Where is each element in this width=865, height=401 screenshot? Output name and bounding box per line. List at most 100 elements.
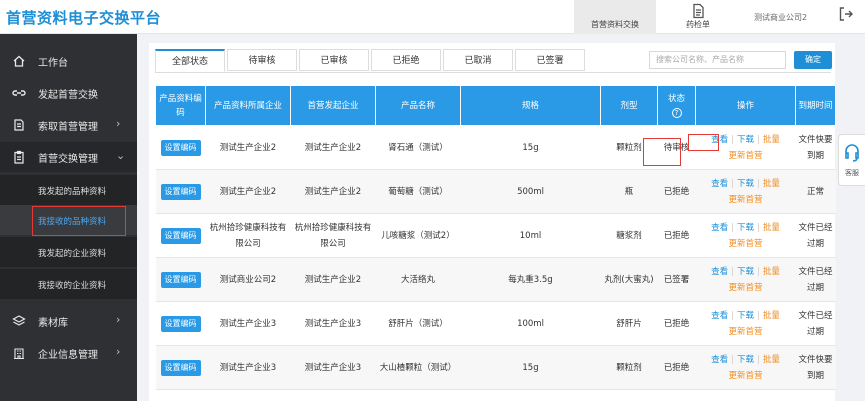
cell-initiator: 测试生产企业2 [290,169,376,214]
download-link[interactable]: 下载 [737,135,754,145]
table-row: 设置编码 测试商业公司2 测试生产企业2 大活络丸 每丸重3.5g 丸剂(大蜜丸) 已签署查… [155,257,836,302]
batch-link[interactable]: 批量 [763,267,780,277]
table-row: 设置编码 测试生产企业3 测试生产企业3 大山楂颗粒（测试） 15g 颗粒剂 已拒绝 查看 | 下… [155,345,836,390]
set-code-button[interactable]: 设置编码 [160,315,201,332]
layers-icon [12,315,26,326]
tab-rejected[interactable]: 已拒绝 [371,49,441,71]
update-link[interactable]: 更新首营 [728,371,762,381]
help-float[interactable]: 客服 [838,134,865,186]
sidebar-item-initiate[interactable]: 发起首营交换 [0,78,137,108]
table-row: 设置编码 测试生产企业2 测试生产企业2 葡萄糖（测试） 500ml 瓶已拒绝 查看 | 下载 |… [155,169,836,214]
set-code-button[interactable]: 设置编码 [160,139,201,156]
panel: 全部状态 待审核 已审核 已拒绝 已取消 已签署 搜索公司名称、产品名称 确定 … [149,43,836,401]
cell-owner: 杭州拾珍健康科技有限公司 [205,213,291,258]
sidebar-item-workbench[interactable]: 工作台 [0,46,137,76]
sidebar-subitem-received-companies[interactable]: 我接收的企业资料 [0,269,137,299]
set-code-button[interactable]: 设置编码 [160,227,201,244]
download-link[interactable]: 下载 [737,355,754,365]
set-code-button[interactable]: 设置编码 [160,271,201,288]
header-expiry: 到期时间 [795,85,836,126]
divider: | [731,266,734,277]
tab-all[interactable]: 全部状态 [155,49,225,72]
batch-link[interactable]: 批量 [763,179,780,189]
set-code-button[interactable]: 设置编码 [160,183,201,200]
cell-code: 设置编码 [155,125,206,170]
tab-cancelled[interactable]: 已取消 [443,49,513,71]
search-input[interactable]: 搜索公司名称、产品名称 [649,51,786,69]
batch-link[interactable]: 批量 [763,135,780,145]
header-status-label: 状态 [667,93,685,104]
cell-spec: 15g [460,345,601,390]
divider: | [757,310,760,321]
sidebar-item-materials[interactable]: 素材库 › [0,306,137,336]
view-link[interactable]: 查看 [711,311,728,321]
divider: | [731,354,734,365]
tab-approved[interactable]: 已审核 [299,49,369,71]
cell-status: 已拒绝 [657,169,696,214]
chevron-right-icon: › [116,345,121,358]
nav-exchange-label: 首营资料交换 [591,20,639,29]
update-link[interactable]: 更新首营 [728,327,762,337]
home-icon [13,55,25,67]
sidebar-item-label: 素材库 [38,318,68,329]
view-link[interactable]: 查看 [711,223,728,233]
sidebar-subitem-initiated-companies[interactable]: 我发起的企业资料 [0,237,137,267]
sidebar: 工作台 发起首营交换 索取首营管理 › 首营交换管理 ⌄ 我发起的品种资料 我接… [0,34,137,401]
batch-link[interactable]: 批量 [763,311,780,321]
user-name[interactable]: 测试商业公司2 [754,12,807,23]
view-link[interactable]: 查看 [711,355,728,365]
document-icon [693,3,704,19]
download-link[interactable]: 下载 [737,179,754,189]
update-link[interactable]: 更新首营 [728,239,762,249]
nav-exchange[interactable]: 首营资料交换 [574,0,656,34]
sidebar-subitem-label: 我接收的品种资料 [38,217,107,227]
help-label: 客服 [845,169,859,177]
nav-inspection[interactable]: 药检单 [662,0,734,34]
download-link[interactable]: 下载 [737,267,754,277]
header-product: 产品名称 [375,85,461,126]
data-table: 产品资料编码 产品资料所属企业 首营发起企业 产品名称 规格 剂型 状态? 操作… [155,85,836,390]
headset-icon [845,144,859,162]
cell-expiry: 正常 [795,169,836,214]
set-code-button[interactable]: 设置编码 [160,359,201,376]
cell-owner: 测试生产企业3 [205,345,291,390]
divider: | [757,222,760,233]
header-status: 状态? [657,85,696,126]
header-spec: 规格 [460,85,601,126]
sidebar-item-exchange-manage[interactable]: 首营交换管理 ⌄ [0,142,137,172]
cell-spec: 15g [460,125,601,170]
sidebar-subitem-received-products[interactable]: 我接收的品种资料 [0,205,137,235]
cell-owner: 测试生产企业3 [205,301,291,346]
header-form: 剂型 [600,85,658,126]
chevron-right-icon: › [116,313,121,326]
update-link[interactable]: 更新首营 [728,195,762,205]
update-link[interactable]: 更新首营 [728,283,762,293]
divider: | [731,222,734,233]
header-owner: 产品资料所属企业 [205,85,291,126]
download-link[interactable]: 下载 [737,311,754,321]
cell-initiator: 杭州拾珍健康科技有限公司 [290,213,376,258]
sidebar-item-request[interactable]: 索取首营管理 › [0,110,137,140]
tab-pending[interactable]: 待审核 [227,49,297,71]
sidebar-subitem-initiated-products[interactable]: 我发起的品种资料 [0,175,137,205]
cell-form: 糖浆剂 [600,213,658,258]
tab-signed[interactable]: 已签署 [515,49,585,71]
logout-icon[interactable] [838,6,854,22]
cell-spec: 500ml [460,169,601,214]
download-link[interactable]: 下载 [737,223,754,233]
view-link[interactable]: 查看 [711,135,728,145]
link-icon [12,90,26,96]
confirm-button[interactable]: 确定 [794,51,832,69]
cell-product: 大山楂颗粒（测试） [375,345,461,390]
view-link[interactable]: 查看 [711,267,728,277]
cell-expiry: 文件快要到期 [795,125,836,170]
update-link[interactable]: 更新首营 [728,151,762,161]
batch-link[interactable]: 批量 [763,223,780,233]
divider: | [731,134,734,145]
batch-link[interactable]: 批量 [763,355,780,365]
cell-initiator: 测试生产企业2 [290,125,376,170]
question-icon[interactable]: ? [671,107,682,118]
table-row: 设置编码 杭州拾珍健康科技有限公司 杭州拾珍健康科技有限公司 儿咳糖浆（测试2） 10m… [155,213,836,258]
view-link[interactable]: 查看 [711,179,728,189]
sidebar-item-company-info[interactable]: 企业信息管理 › [0,338,137,368]
